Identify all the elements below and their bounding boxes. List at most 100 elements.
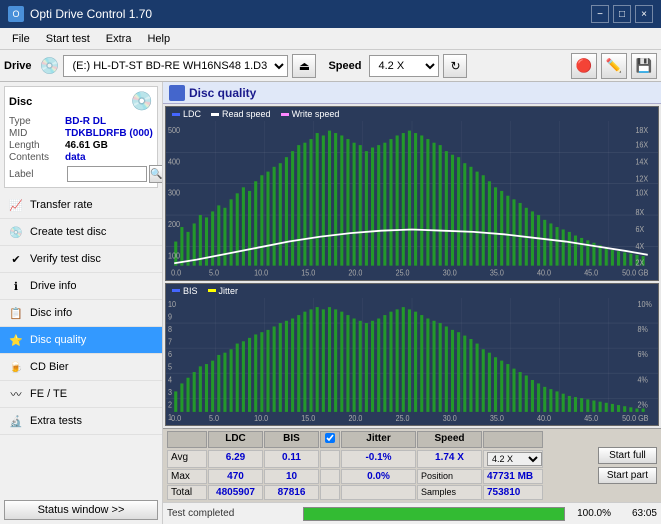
svg-text:14X: 14X <box>635 157 648 167</box>
svg-text:5: 5 <box>168 362 172 371</box>
svg-text:50.0 GB: 50.0 GB <box>622 413 648 422</box>
progress-bar-fill <box>304 508 564 520</box>
ldc-legend: LDC <box>172 109 201 119</box>
chart1-legend: LDC Read speed Write speed <box>166 107 658 121</box>
stats-avg-jitter: -0.1% <box>341 450 416 468</box>
write-button[interactable]: ✏️ <box>601 53 627 79</box>
svg-text:5.0: 5.0 <box>209 268 220 278</box>
drive-icon: 💿 <box>40 56 60 76</box>
stats-col-speed: Speed <box>417 431 482 448</box>
disc-label-label: Label <box>9 169 65 180</box>
svg-text:4%: 4% <box>638 375 649 384</box>
status-window-button[interactable]: Status window >> <box>4 500 158 520</box>
sidebar: Disc 💿 Type BD-R DL MID TDKBLDRFB (000) … <box>0 82 163 524</box>
refresh-button[interactable]: ↻ <box>443 54 467 78</box>
ldc-chart: LDC Read speed Write speed <box>165 106 659 281</box>
disc-panel-icon: 💿 <box>131 91 153 112</box>
svg-text:12X: 12X <box>635 174 648 184</box>
svg-text:2%: 2% <box>638 400 649 409</box>
start-full-button[interactable]: Start full <box>598 447 657 464</box>
svg-text:2X: 2X <box>635 258 644 268</box>
progress-bar-container <box>303 507 565 521</box>
svg-text:16X: 16X <box>635 140 648 150</box>
svg-text:6: 6 <box>168 350 172 359</box>
svg-text:7: 7 <box>168 337 172 346</box>
sidebar-item-label: Create test disc <box>30 226 106 238</box>
start-part-button[interactable]: Start part <box>598 467 657 484</box>
maximize-button[interactable]: □ <box>613 5 631 23</box>
menu-file[interactable]: File <box>4 31 38 47</box>
stats-max-label: Max <box>167 469 207 484</box>
sidebar-item-fe-te[interactable]: 〰 FE / TE <box>0 381 162 408</box>
stats-total-ldc: 4805907 <box>208 485 263 500</box>
disc-label-input[interactable] <box>67 166 147 182</box>
sidebar-item-label: Drive info <box>30 280 76 292</box>
label-search-button[interactable]: 🔍 <box>149 165 163 183</box>
svg-text:10X: 10X <box>635 188 648 198</box>
minimize-button[interactable]: − <box>591 5 609 23</box>
sidebar-item-transfer-rate[interactable]: 📈 Transfer rate <box>0 192 162 219</box>
sidebar-item-disc-info[interactable]: 📋 Disc info <box>0 300 162 327</box>
stats-avg-label: Avg <box>167 450 207 468</box>
extra-tests-icon: 🔬 <box>8 413 24 429</box>
sidebar-item-drive-info[interactable]: ℹ Drive info <box>0 273 162 300</box>
sidebar-item-cd-bier[interactable]: 🍺 CD Bier <box>0 354 162 381</box>
sidebar-item-label: CD Bier <box>30 361 69 373</box>
ldc-legend-dot <box>172 113 180 116</box>
sidebar-item-label: FE / TE <box>30 388 67 400</box>
sidebar-item-verify-test-disc[interactable]: ✔ Verify test disc <box>0 246 162 273</box>
stats-max-bis: 10 <box>264 469 319 484</box>
speed-label: Speed <box>328 60 361 72</box>
bis-chart: BIS Jitter <box>165 283 659 426</box>
stats-total-empty <box>320 485 340 500</box>
progress-text: 100.0% <box>571 508 611 519</box>
write-speed-legend-dot <box>281 113 289 116</box>
save-button[interactable]: 💾 <box>631 53 657 79</box>
read-speed-legend-dot <box>211 113 219 116</box>
menu-starttest[interactable]: Start test <box>38 31 98 47</box>
stats-position-value: 47731 MB <box>483 469 543 484</box>
sidebar-item-extra-tests[interactable]: 🔬 Extra tests <box>0 408 162 435</box>
stats-col-empty2 <box>483 431 543 448</box>
sidebar-item-label: Verify test disc <box>30 253 101 265</box>
svg-text:500: 500 <box>168 126 181 136</box>
stats-col-bis: BIS <box>264 431 319 448</box>
menu-extra[interactable]: Extra <box>98 31 140 47</box>
write-speed-legend: Write speed <box>281 109 340 119</box>
sidebar-item-disc-quality[interactable]: ⭐ Disc quality <box>0 327 162 354</box>
svg-text:2: 2 <box>168 400 172 409</box>
close-button[interactable]: × <box>635 5 653 23</box>
stats-samples-value: 753810 <box>483 485 543 500</box>
ldc-legend-label: LDC <box>183 109 201 119</box>
jitter-legend-label: Jitter <box>219 286 239 296</box>
disc-type-value: BD-R DL <box>65 116 106 127</box>
stats-speed-dropdown[interactable]: 4.2 X <box>487 452 542 466</box>
svg-text:15.0: 15.0 <box>301 268 316 278</box>
menu-help[interactable]: Help <box>139 31 178 47</box>
svg-text:300: 300 <box>168 188 181 198</box>
sidebar-item-create-test-disc[interactable]: 💿 Create test disc <box>0 219 162 246</box>
erase-button[interactable]: 🔴 <box>571 53 597 79</box>
eject-button[interactable]: ⏏ <box>292 54 316 78</box>
charts-area: LDC Read speed Write speed <box>163 104 661 428</box>
stats-total-jitter-empty <box>341 485 416 500</box>
stats-col-ldc: LDC <box>208 431 263 448</box>
svg-text:45.0: 45.0 <box>584 413 598 422</box>
jitter-checkbox[interactable] <box>325 433 335 443</box>
drive-select[interactable]: (E:) HL-DT-ST BD-RE WH16NS48 1.D3 <box>63 55 288 77</box>
chart2-svg: 10 9 8 7 6 5 4 3 2 1 10% 8% 6% <box>166 298 658 423</box>
svg-text:20.0: 20.0 <box>348 413 362 422</box>
drive-label: Drive <box>4 60 32 72</box>
titlebar: O Opti Drive Control 1.70 − □ × <box>0 0 661 28</box>
disc-info-panel: Disc 💿 Type BD-R DL MID TDKBLDRFB (000) … <box>4 86 158 188</box>
disc-mid-label: MID <box>9 128 65 139</box>
disc-info-icon: 📋 <box>8 305 24 321</box>
speed-select[interactable]: 4.2 X <box>369 55 439 77</box>
svg-text:4X: 4X <box>635 241 644 251</box>
statusbar: Test completed 100.0% 63:05 <box>163 502 661 524</box>
stats-max-ldc: 470 <box>208 469 263 484</box>
stats-max-empty <box>320 469 340 484</box>
sidebar-item-label: Extra tests <box>30 415 82 427</box>
stats-max-jitter: 0.0% <box>341 469 416 484</box>
sidebar-item-label: Transfer rate <box>30 199 93 211</box>
